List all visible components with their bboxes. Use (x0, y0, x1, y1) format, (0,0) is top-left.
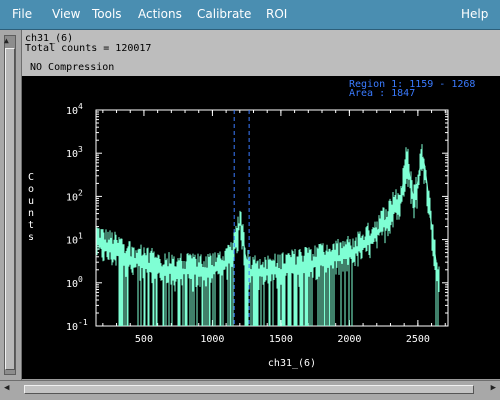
spectrum-series (96, 144, 440, 326)
vertical-scroll-thumb[interactable] (5, 48, 15, 370)
y-tick-label: 103 (66, 145, 83, 160)
y-tick-label: 101 (66, 232, 83, 247)
spectrum-chart[interactable]: 10-1 100 101 102 103 104 500 1000 1500 2000 2500 ch… (22, 76, 500, 379)
menu-tools[interactable]: Tools (92, 7, 122, 21)
menu-actions[interactable]: Actions (138, 7, 182, 21)
x-tick-label: 1500 (269, 334, 293, 345)
scroll-right-icon[interactable]: ▶ (491, 383, 496, 393)
info-panel: ch31_(6) Total counts = 120017 NO Compre… (22, 30, 500, 76)
y-tick-label: 102 (66, 188, 83, 203)
x-axis-label: ch31_(6) (268, 358, 316, 369)
x-tick-label: 2500 (406, 334, 430, 345)
scroll-left-icon[interactable]: ◀ (4, 383, 9, 393)
menu-calibrate[interactable]: Calibrate (197, 7, 251, 21)
horizontal-scrollbar[interactable]: ◀ ▶ (0, 380, 500, 400)
compression-status: NO Compression (30, 62, 115, 73)
y-axis-label: Counts (28, 172, 34, 243)
y-tick-label: 10-1 (66, 318, 88, 333)
x-tick-label: 500 (135, 334, 153, 345)
horizontal-scroll-thumb[interactable] (24, 385, 474, 394)
x-tick-label: 1000 (200, 334, 224, 345)
menu-file[interactable]: File (12, 7, 32, 21)
plot-area[interactable]: Region 1: 1159 - 1268 Area : 1847 10-1 10… (22, 76, 500, 379)
y-tick-label: 100 (66, 275, 83, 290)
total-counts: Total counts = 120017 (25, 43, 152, 54)
menu-help[interactable]: Help (461, 7, 488, 21)
menu-bar: File View Tools Actions Calibrate ROI He… (0, 0, 500, 30)
x-tick-label: 2000 (337, 334, 361, 345)
y-tick-label: 104 (66, 102, 83, 117)
scroll-up-icon[interactable]: ▲ (4, 36, 9, 45)
menu-roi[interactable]: ROI (266, 7, 287, 21)
menu-view[interactable]: View (52, 7, 80, 21)
